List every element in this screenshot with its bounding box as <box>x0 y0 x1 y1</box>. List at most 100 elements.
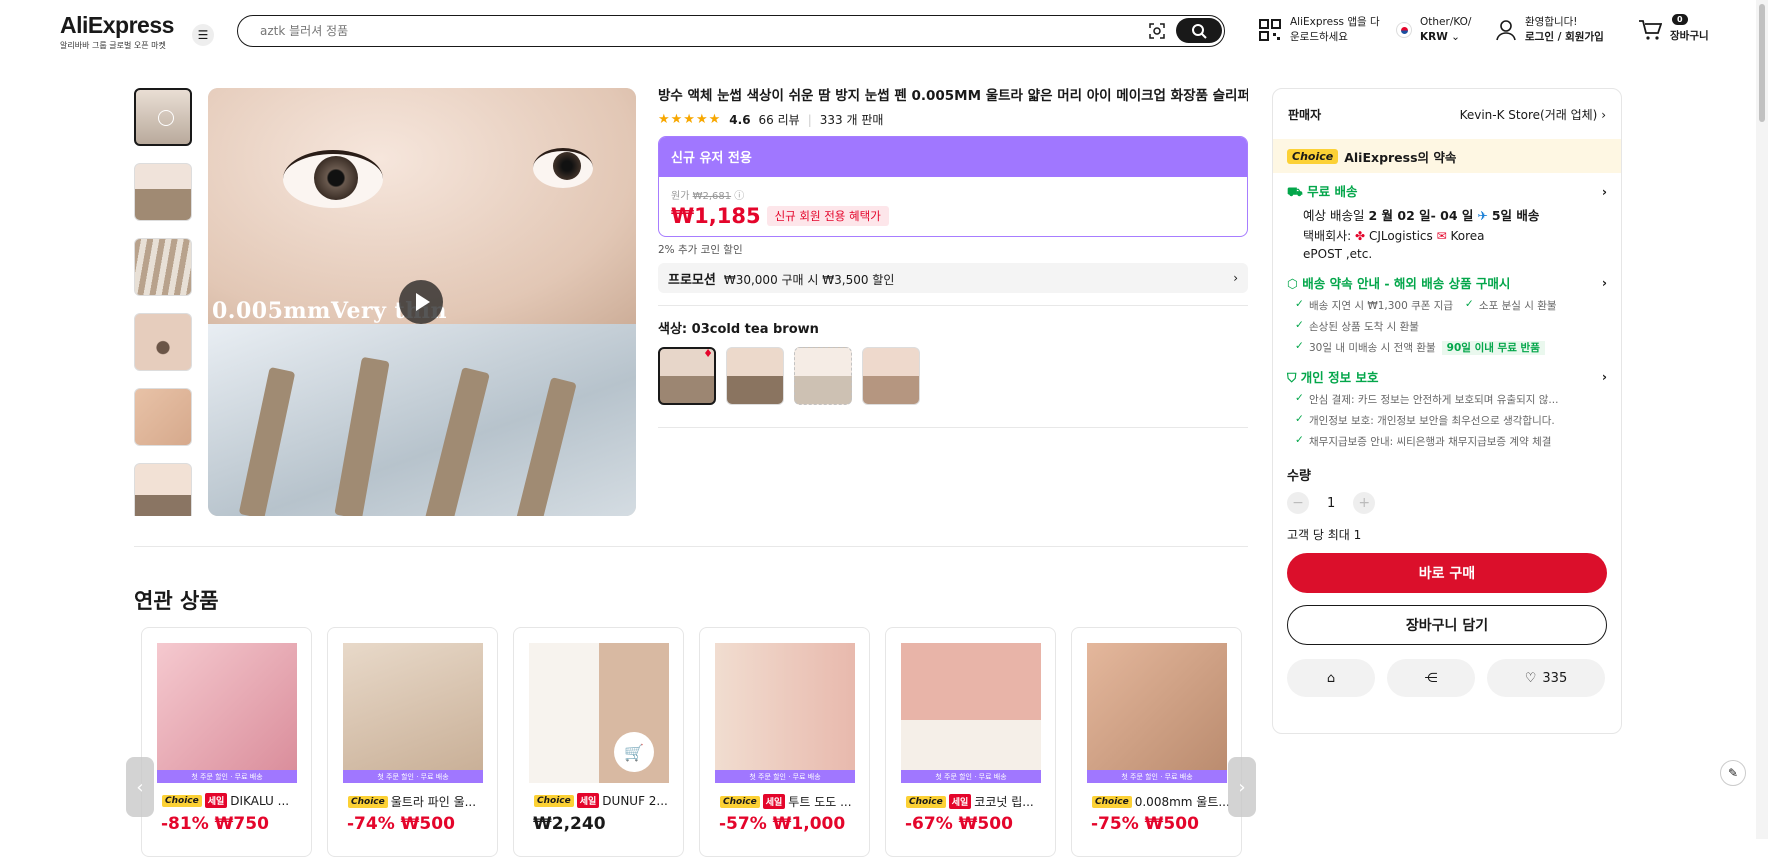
wishlist-button[interactable]: ♡ 335 <box>1487 659 1605 697</box>
seller-name: Kevin-K Store(거래 업체) <box>1459 107 1598 122</box>
first-order-ribbon: 첫 주문 할인 · 무료 배송 <box>901 770 1041 783</box>
cart-button[interactable]: 0 장바구니 <box>1638 14 1709 44</box>
privacy-section[interactable]: ⛉ 개인 정보 보호 › 안심 결제: 카드 정보는 안전하게 보호되며 유출되지… <box>1273 355 1621 449</box>
main-product-image[interactable]: 0.005mmVery thin <box>208 88 636 516</box>
promotion-row[interactable]: 프로모션 ₩30,000 구매 시 ₩3,500 할인 › <box>658 263 1248 293</box>
sale-badge: 세일 <box>576 793 600 808</box>
play-video-button[interactable] <box>399 280 443 324</box>
product-card[interactable]: 첫 주문 할인 · 무료 배송 Choice 세일 투트 도도 ... -57% ₩… <box>699 627 870 857</box>
product-card[interactable]: 첫 주문 할인 · 무료 배송 Choice 울트라 파인 울... -74% ₩… <box>327 627 498 857</box>
product-price-row: -81% ₩750 <box>161 814 269 834</box>
rating-stars-icon: ★★★★★ <box>658 112 722 127</box>
thumbnail-image[interactable] <box>134 388 192 446</box>
login-signup-link[interactable]: 로그인 / 회원가입 <box>1525 31 1604 43</box>
thumbnail-image[interactable] <box>134 313 192 371</box>
sale-badge: 세일 <box>948 794 972 809</box>
add-to-cart-button[interactable]: 장바구니 담기 <box>1287 605 1607 645</box>
price: ₩1,000 <box>772 814 846 834</box>
info-icon[interactable]: ⓘ <box>734 191 744 202</box>
choice-badge: Choice <box>162 794 202 807</box>
welcome-text: 환영합니다! <box>1525 16 1578 28</box>
hamburger-icon: ☰ <box>197 28 209 42</box>
guarantee-item-row: 30일 내 미배송 시 전액 환불 90일 이내 무료 반품 <box>1287 340 1607 355</box>
product-price-row: -57% ₩1,000 <box>719 814 845 834</box>
price: ₩500 <box>958 814 1013 834</box>
price: ₩750 <box>214 814 269 834</box>
delivery-guarantee-section[interactable]: ⬡ 배송 약속 안내 - 해외 배송 상품 구매시 › 배송 지연 시 ₩1,30… <box>1273 263 1621 355</box>
seller-label: 판매자 <box>1288 107 1322 122</box>
divider <box>658 427 1248 428</box>
first-order-ribbon: 첫 주문 할인 · 무료 배송 <box>343 770 483 783</box>
price: ₩500 <box>400 814 455 834</box>
cart-count-badge: 0 <box>1672 14 1688 25</box>
category-menu-button[interactable]: ☰ <box>192 24 214 46</box>
image-search-icon[interactable] <box>1148 22 1166 40</box>
courier-label: 택배회사: <box>1303 229 1352 243</box>
thumbnail-image[interactable] <box>134 163 192 221</box>
review-count[interactable]: 66 리뷰 <box>759 111 800 128</box>
guarantee-item: 배송 지연 시 ₩1,300 쿠폰 지급 <box>1287 298 1453 313</box>
guarantee-title: 배송 약속 안내 - 해외 배송 상품 구매시 <box>1302 276 1511 291</box>
guarantee-item: 손상된 상품 도착 시 환불 <box>1287 319 1607 334</box>
thumbnail-image[interactable] <box>134 463 192 516</box>
product-card[interactable]: 첫 주문 할인 · 무료 배송 Choice 세일 코코넛 립... -67% ₩5… <box>885 627 1056 857</box>
carousel-prev-button[interactable]: ‹ <box>126 757 154 817</box>
lang-line1: Other/KO/ <box>1420 16 1472 28</box>
delivery-date-label: 예상 배송일 <box>1303 208 1365 223</box>
sold-count: 333 개 판매 <box>819 113 884 127</box>
rating-row: ★★★★★ 4.6 66 리뷰 | 333 개 판매 <box>658 111 884 128</box>
color-swatch[interactable] <box>862 347 920 405</box>
add-to-cart-icon[interactable]: 🛒 <box>614 732 654 772</box>
choice-badge: Choice <box>906 795 946 808</box>
chevron-right-icon: › <box>1233 271 1238 285</box>
share-button[interactable]: ⋲ <box>1387 659 1475 697</box>
search-button[interactable] <box>1176 18 1222 43</box>
color-swatch[interactable] <box>726 347 784 405</box>
store-button[interactable]: ⌂ <box>1287 659 1375 697</box>
choice-badge: Choice <box>1092 795 1132 808</box>
user-icon <box>1496 20 1516 41</box>
account-menu[interactable]: 환영합니다! 로그인 / 회원가입 <box>1495 15 1604 45</box>
carousel-next-button[interactable]: › <box>1228 757 1256 817</box>
app-download[interactable]: AliExpress 앱을 다 운로드하세요 <box>1258 15 1380 45</box>
seller-row[interactable]: 판매자 Kevin-K Store(거래 업체) › <box>1273 89 1621 139</box>
delivery-date: 2 월 02 일- 04 일 <box>1368 208 1474 223</box>
search-input[interactable] <box>260 22 1060 40</box>
product-name: DUNUF 2... <box>602 793 668 808</box>
product-card[interactable]: 🛒 Choice 세일 DUNUF 2... ₩2,240 <box>513 627 684 857</box>
thumbnail-image[interactable] <box>134 238 192 296</box>
choice-badge: Choice <box>1287 148 1339 164</box>
section-divider <box>134 546 1248 547</box>
action-buttons: ⌂ ⋲ ♡ 335 <box>1287 659 1607 697</box>
chevron-right-icon: › <box>1601 107 1606 122</box>
brand-name: AliExpress <box>60 12 174 38</box>
quantity-increase-button[interactable]: + <box>1353 492 1376 514</box>
product-card[interactable]: 첫 주문 할인 · 무료 배송 Choice 0.008mm 울트... -75%… <box>1071 627 1242 857</box>
courier-name-1: CJLogistics <box>1368 229 1433 243</box>
buy-now-button[interactable]: 바로 구매 <box>1287 553 1607 593</box>
new-user-header: 신규 유저 전용 <box>659 137 1247 177</box>
feedback-edit-button[interactable]: ✎ <box>1720 760 1746 786</box>
price: ₩2,240 <box>533 814 606 834</box>
discount: -81% <box>161 814 209 834</box>
original-price-row: 원가 ₩2,681 ⓘ <box>671 187 1235 202</box>
related-products-title: 연관 상품 <box>134 589 219 613</box>
page-scrollbar[interactable] <box>1756 0 1768 839</box>
store-icon: ⌂ <box>1326 670 1336 686</box>
price: ₩500 <box>1144 814 1199 834</box>
search-bar <box>237 15 1225 47</box>
color-swatch[interactable] <box>794 347 852 405</box>
quantity-value[interactable]: 1 <box>1327 496 1335 511</box>
chevron-right-icon: › <box>1601 275 1607 290</box>
product-card[interactable]: 첫 주문 할인 · 무료 배송 Choice 세일 DIKALU ... -81% … <box>141 627 312 857</box>
color-swatch[interactable]: ♦ <box>658 347 716 405</box>
currency-label: KRW <box>1420 31 1448 43</box>
scrollbar-thumb[interactable] <box>1759 4 1765 122</box>
language-currency-selector[interactable]: Other/KO/KRW ⌄ <box>1396 15 1471 45</box>
delivery-days: 5일 배송 <box>1491 208 1540 223</box>
aliexpress-logo[interactable]: AliExpress 알리바바 그룹 글로벌 오픈 마켓 <box>60 12 174 51</box>
quantity-decrease-button[interactable]: − <box>1287 492 1309 514</box>
shipping-section[interactable]: ⛟ 무료 배송 › 예상 배송일 2 월 02 일- 04 일 ✈ 5일 배송 택… <box>1273 173 1621 263</box>
search-icon <box>1192 23 1207 39</box>
thumbnail-video[interactable] <box>134 88 192 146</box>
